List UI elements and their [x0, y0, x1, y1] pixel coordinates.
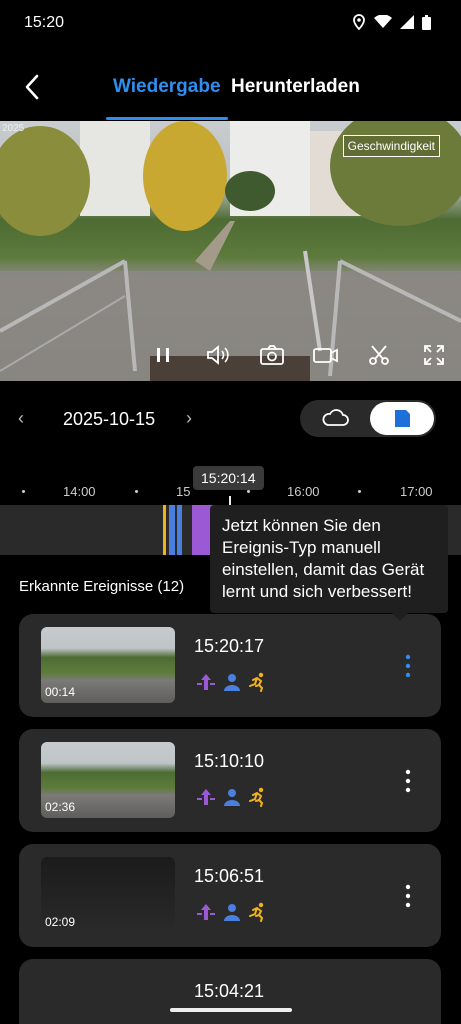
event-time: 15:10:10	[194, 751, 265, 771]
clock: 15:20	[24, 14, 65, 31]
cloud-icon	[322, 409, 349, 426]
tooltip-text: Jetzt können Sie den Ereignis-Typ manuel…	[222, 516, 425, 601]
event-type-tooltip[interactable]: Jetzt können Sie den Ereignis-Typ manuel…	[210, 505, 448, 621]
tick-dot	[22, 490, 25, 493]
more-options-button[interactable]	[405, 884, 411, 908]
back-button[interactable]	[18, 72, 48, 102]
video-timestamp: 2025	[2, 123, 25, 134]
tick-dot	[135, 490, 138, 493]
selected-date[interactable]: 2025-10-15	[63, 409, 155, 430]
status-icons	[352, 14, 431, 30]
sd-card-storage-option[interactable]	[370, 402, 434, 435]
event-thumbnail: 02:09	[41, 857, 175, 933]
tick-label: 14:00	[63, 484, 96, 499]
event-duration: 02:09	[45, 915, 76, 929]
tick-label: 17:00	[400, 484, 433, 499]
event-tags	[196, 787, 268, 807]
home-indicator[interactable]	[170, 1008, 292, 1012]
line-crossing-icon	[196, 787, 216, 807]
snapshot-button[interactable]	[259, 343, 285, 367]
line-crossing-icon	[196, 902, 216, 922]
event-card[interactable]: 15:04:21	[19, 959, 441, 1024]
event-segment	[163, 505, 166, 555]
motion-icon	[248, 672, 268, 692]
line-crossing-icon	[196, 672, 216, 692]
signal-icon	[400, 15, 414, 29]
tick-label: 15	[176, 484, 191, 499]
video-player[interactable]: 2025 Geschwindigkeit	[0, 121, 461, 381]
current-time-bubble: 15:20:14	[193, 466, 264, 490]
record-button[interactable]	[312, 343, 340, 367]
tab-playback[interactable]: Wiedergabe	[113, 76, 221, 98]
camera-icon	[260, 345, 284, 365]
event-time: 15:04:21	[194, 981, 265, 1001]
volume-button[interactable]	[205, 343, 231, 367]
tab-download[interactable]: Herunterladen	[231, 76, 360, 98]
more-options-button[interactable]	[405, 654, 411, 678]
event-card[interactable]: 00:14 15:20:17	[19, 614, 441, 717]
fullscreen-button[interactable]	[422, 343, 446, 367]
video-camera-icon	[313, 348, 338, 363]
event-segment	[169, 505, 175, 555]
tick-label: 16:00	[287, 484, 320, 499]
event-card[interactable]: 02:09 15:06:51	[19, 844, 441, 947]
more-options-button[interactable]	[405, 769, 411, 793]
event-time: 15:20:17	[194, 636, 265, 656]
speaker-icon	[207, 345, 229, 365]
more-vertical-icon	[405, 884, 411, 908]
tick-dot	[358, 490, 361, 493]
person-icon	[222, 672, 242, 692]
camera-scene	[0, 121, 461, 381]
event-tags	[196, 672, 268, 692]
more-vertical-icon	[405, 654, 411, 678]
location-icon	[353, 14, 365, 30]
person-icon	[222, 787, 242, 807]
status-bar: 15:20	[0, 0, 461, 48]
event-thumbnail: 02:36	[41, 742, 175, 818]
wifi-icon	[374, 15, 392, 28]
event-thumbnail: 00:14	[41, 627, 175, 703]
tab-indicator	[106, 117, 228, 120]
date-bar: ‹ 2025-10-15 ›	[0, 398, 461, 442]
next-date-button[interactable]: ›	[186, 408, 192, 429]
tick-dot	[247, 490, 250, 493]
events-title: Erkannte Ereignisse (12)	[19, 578, 185, 595]
event-segment	[177, 505, 182, 555]
fullscreen-icon	[424, 345, 444, 365]
event-time: 15:06:51	[194, 866, 265, 886]
storage-toggle[interactable]	[300, 400, 436, 437]
more-vertical-icon	[405, 769, 411, 793]
event-duration: 02:36	[45, 800, 76, 814]
motion-icon	[248, 787, 268, 807]
speed-button[interactable]: Geschwindigkeit	[342, 135, 440, 157]
cloud-storage-option[interactable]	[320, 406, 350, 430]
prev-date-button[interactable]: ‹	[18, 408, 24, 429]
event-duration: 00:14	[45, 685, 76, 699]
back-arrow-icon	[25, 74, 39, 100]
pause-button[interactable]	[151, 343, 175, 367]
motion-icon	[248, 902, 268, 922]
header: Wiedergabe Herunterladen	[0, 60, 461, 120]
scissors-icon	[369, 345, 389, 365]
event-card[interactable]: 02:36 15:10:10	[19, 729, 441, 832]
event-tags	[196, 902, 268, 922]
person-icon	[222, 902, 242, 922]
sd-card-icon	[395, 410, 410, 427]
pause-icon	[157, 348, 169, 362]
battery-icon	[422, 14, 431, 30]
tooltip-arrow	[392, 613, 408, 621]
clip-button[interactable]	[367, 343, 391, 367]
